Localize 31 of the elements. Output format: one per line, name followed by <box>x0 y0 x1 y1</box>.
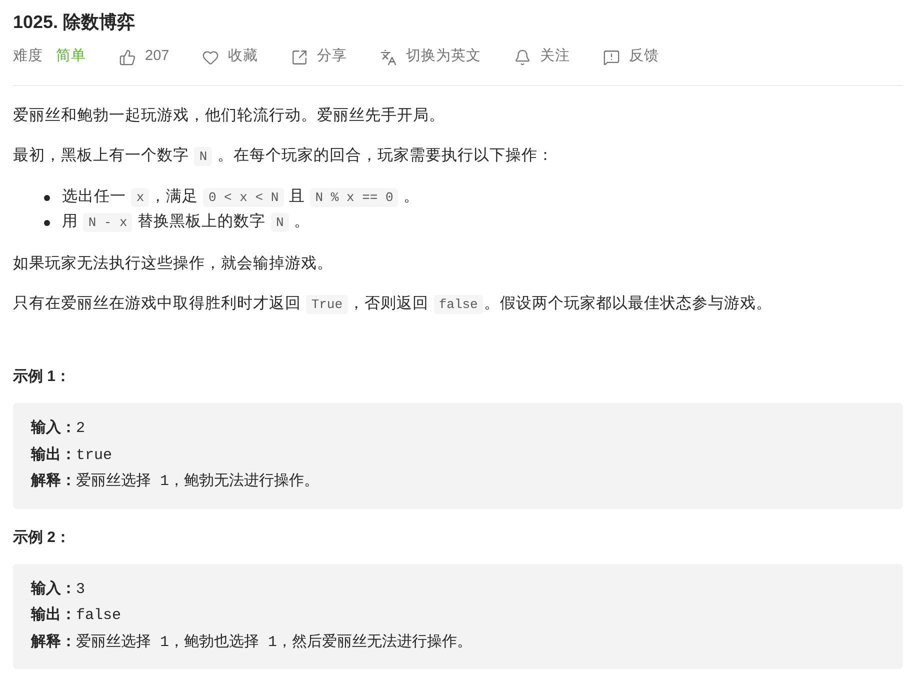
list-item-text: 用 N - x 替换黑板上的数字 N 。 <box>62 212 310 234</box>
difficulty-label: 难度 <box>13 46 43 66</box>
like-button[interactable]: 207 <box>119 46 170 68</box>
thumbs-up-icon <box>119 48 136 66</box>
description-paragraph: 如果玩家无法执行这些操作，就会输掉游戏。 <box>13 254 333 274</box>
bell-icon <box>514 48 532 66</box>
bullet-icon <box>44 220 50 226</box>
follow-button[interactable]: 关注 <box>514 46 570 68</box>
example-heading: 示例 2： <box>13 528 71 548</box>
example-line: 输出：false <box>31 605 122 626</box>
example-heading: 示例 1： <box>13 367 71 387</box>
feedback-icon <box>603 48 620 66</box>
description-paragraph: 爱丽丝和鲍勃一起玩游戏，他们轮流行动。爱丽丝先手开局。 <box>13 106 445 126</box>
description-paragraph: 最初，黑板上有一个数字 N 。在每个玩家的回合，玩家需要执行以下操作： <box>13 146 554 168</box>
translate-icon <box>380 48 398 66</box>
heart-icon <box>202 48 220 66</box>
example-line: 解释：爱丽丝选择 1，鲍勃无法进行操作。 <box>31 471 320 492</box>
share-button[interactable]: 分享 <box>291 46 348 68</box>
share-icon <box>291 48 308 66</box>
problem-title: 1025. 除数博弈 <box>13 11 136 33</box>
translate-button[interactable]: 切换为英文 <box>380 46 482 68</box>
example-line: 输入：2 <box>31 418 86 439</box>
description-paragraph: 只有在爱丽丝在游戏中取得胜利时才返回 True ，否则返回 false 。假设两个玩家都以最佳状态参与游戏。 <box>13 294 772 316</box>
example-line: 解释：爱丽丝选择 1，鲍勃也选择 1，然后爱丽丝无法进行操作。 <box>31 632 472 652</box>
feedback-button[interactable]: 反馈 <box>603 46 660 68</box>
bullet-icon <box>44 194 50 200</box>
list-item-text: 选出任一 x ，满足 0 < x < N 且 N % x == 0 。 <box>62 187 420 209</box>
example-line: 输入：3 <box>31 578 86 600</box>
difficulty-level: 简单 <box>56 47 86 66</box>
favorite-button[interactable]: 收藏 <box>202 46 258 68</box>
example-line: 输出：true <box>31 444 112 466</box>
